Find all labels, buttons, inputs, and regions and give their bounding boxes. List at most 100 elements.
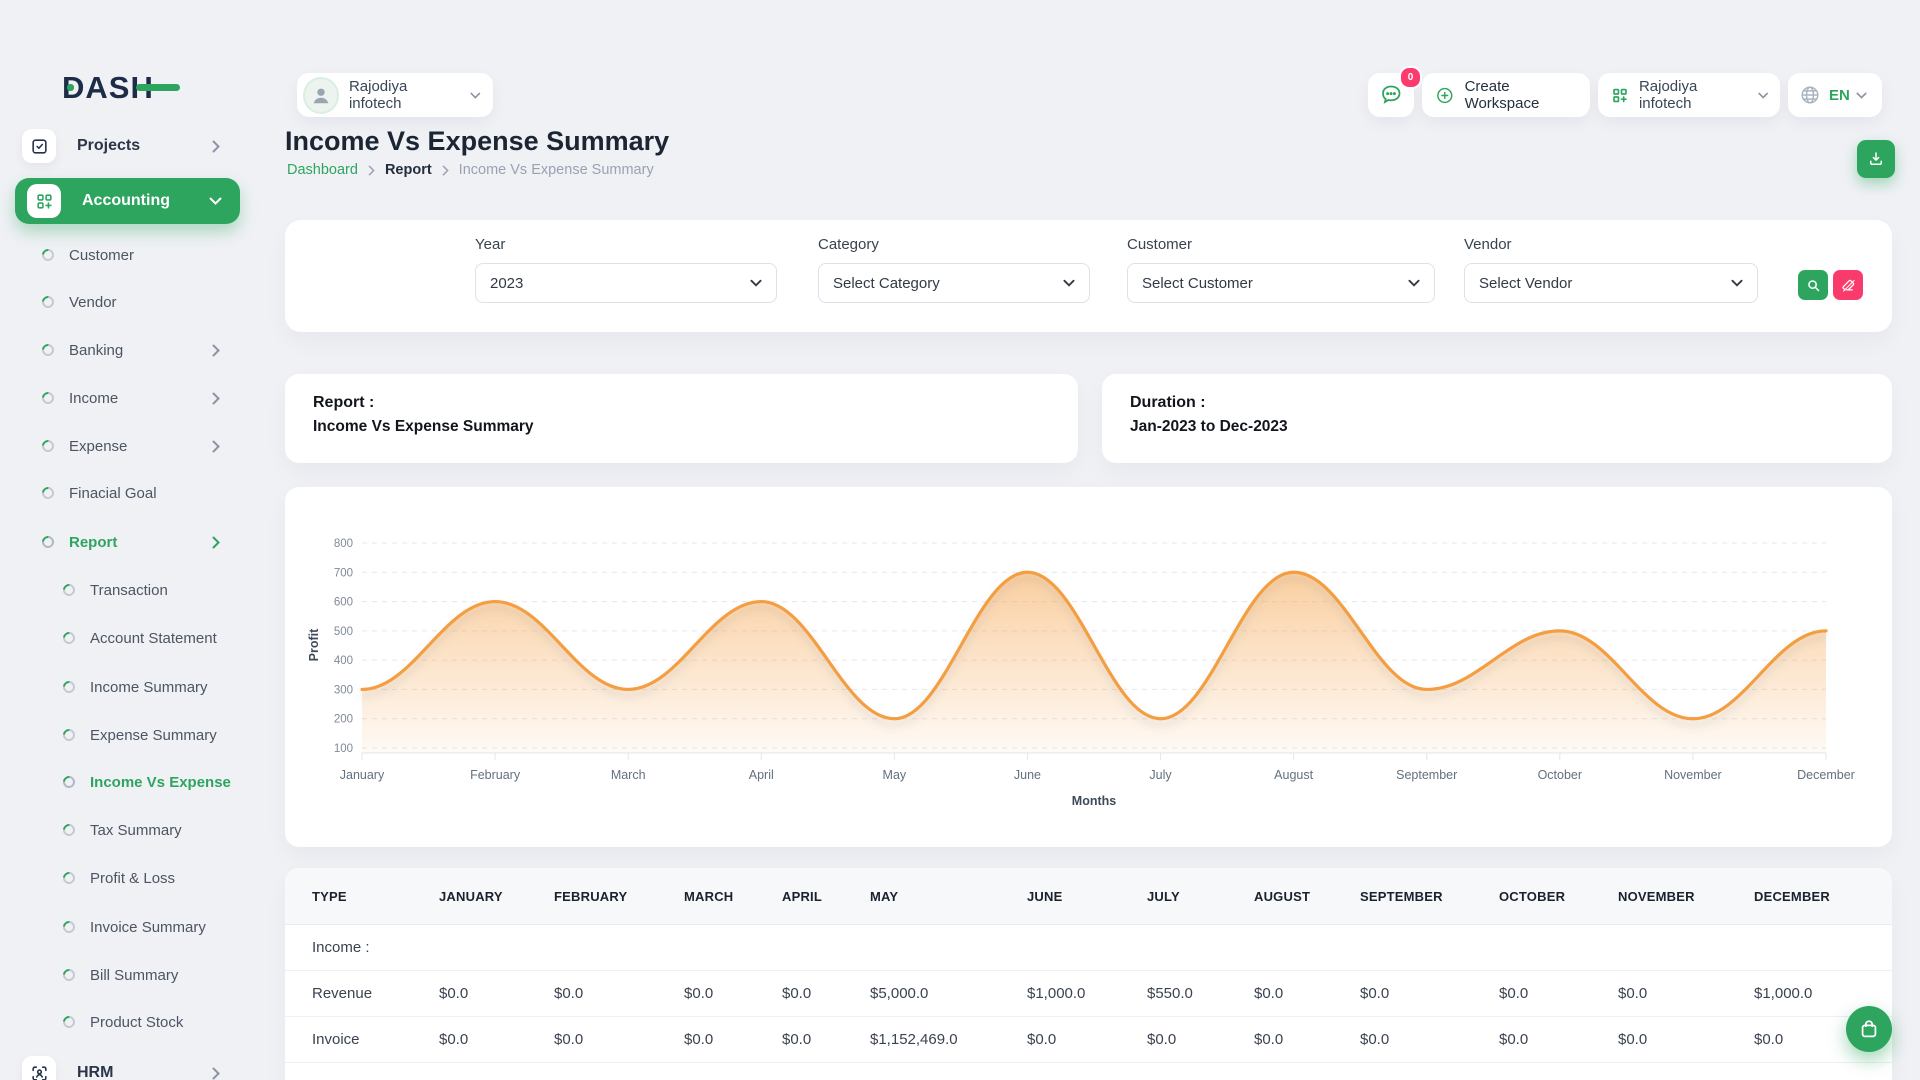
chevron-right-icon <box>212 344 220 357</box>
sidebar-item-invoice-summary[interactable]: Invoice Summary <box>0 903 250 951</box>
filter-panel: Year 2023 Category Select Category Custo… <box>285 220 1892 332</box>
sidebar-item-projects[interactable]: Projects <box>0 122 250 170</box>
report-summary-card: Report : Income Vs Expense Summary <box>285 374 1078 463</box>
chevron-right-icon <box>442 165 449 176</box>
profit-chart-card: 800700600500400300200100JanuaryFebruaryM… <box>285 487 1892 847</box>
chat-bubble-icon <box>1379 83 1403 107</box>
table-header-cell: NOVEMBER <box>1591 868 1727 925</box>
bullet-icon <box>61 727 78 744</box>
breadcrumb-report[interactable]: Report <box>385 162 432 178</box>
bullet-icon <box>61 679 78 696</box>
vendor-select[interactable]: Select Vendor <box>1464 263 1758 303</box>
duration-value: Jan-2023 to Dec-2023 <box>1130 418 1288 436</box>
sidebar-item-profit-loss[interactable]: Profit & Loss <box>0 854 250 902</box>
row-value-cell <box>657 1063 755 1080</box>
avatar <box>303 77 339 114</box>
sidebar-item-finacial-goal[interactable]: Finacial Goal <box>0 469 250 517</box>
sidebar-item-product-stock[interactable]: Product Stock <box>0 998 250 1046</box>
chevron-right-icon <box>368 165 375 176</box>
svg-text:800: 800 <box>334 538 353 550</box>
workspace-user-dropdown[interactable]: Rajodiya infotech <box>297 73 493 117</box>
sidebar-item-report[interactable]: Report <box>0 518 250 566</box>
table-header-cell: SEPTEMBER <box>1333 868 1472 925</box>
svg-text:August: August <box>1274 768 1313 782</box>
chevron-right-icon <box>212 440 220 453</box>
svg-text:400: 400 <box>334 655 353 667</box>
page-title: Income Vs Expense Summary <box>285 126 669 157</box>
sidebar-item-label: Projects <box>77 137 140 155</box>
sidebar-item-expense-summary[interactable]: Expense Summary <box>0 711 250 759</box>
row-value-cell: $0.0 <box>1591 1017 1727 1063</box>
row-type-cell: Revenue <box>285 971 412 1017</box>
bullet-icon <box>61 870 78 887</box>
messages-button[interactable]: 0 <box>1368 73 1414 117</box>
app-logo[interactable]: DASH <box>62 70 154 106</box>
svg-text:April: April <box>749 768 774 782</box>
create-workspace-label: Create Workspace <box>1465 78 1580 112</box>
workspace-user-label: Rajodiya infotech <box>349 78 460 112</box>
svg-text:July: July <box>1149 768 1172 782</box>
svg-text:100: 100 <box>334 743 353 755</box>
row-value-cell <box>1120 1063 1227 1080</box>
sidebar-item-income[interactable]: Income <box>0 374 250 422</box>
download-report-button[interactable] <box>1857 140 1895 178</box>
language-dropdown[interactable]: EN <box>1788 73 1882 117</box>
clear-filter-button[interactable] <box>1833 270 1863 300</box>
svg-text:March: March <box>611 768 646 782</box>
table-header-cell: FEBRUARY <box>527 868 657 925</box>
breadcrumb-dashboard[interactable]: Dashboard <box>287 162 358 178</box>
svg-text:May: May <box>883 768 907 782</box>
row-value-cell <box>1472 925 1591 971</box>
row-value-cell <box>1120 925 1227 971</box>
breadcrumb-current: Income Vs Expense Summary <box>459 162 654 178</box>
row-value-cell <box>843 925 1000 971</box>
customer-select[interactable]: Select Customer <box>1127 263 1435 303</box>
year-select[interactable]: 2023 <box>475 263 777 303</box>
sidebar: DASH Projects Accounting Customer Vendor <box>0 0 250 1080</box>
sidebar-item-income-summary[interactable]: Income Summary <box>0 663 250 711</box>
svg-text:700: 700 <box>334 567 353 579</box>
sidebar-item-vendor[interactable]: Vendor <box>0 278 250 326</box>
sidebar-item-account-statement[interactable]: Account Statement <box>0 614 250 662</box>
sidebar-item-expense[interactable]: Expense <box>0 422 250 470</box>
sidebar-item-tax-summary[interactable]: Tax Summary <box>0 806 250 854</box>
report-value: Income Vs Expense Summary <box>313 418 534 436</box>
table-row-data: Invoice$0.0$0.0$0.0$0.0$1,152,469.0$0.0$… <box>285 1017 1892 1063</box>
bullet-icon <box>61 967 78 984</box>
search-icon <box>1806 278 1821 293</box>
company-dropdown[interactable]: Rajodiya infotech <box>1598 73 1780 117</box>
chat-badge: 0 <box>1399 66 1422 89</box>
row-value-cell <box>1727 1063 1892 1080</box>
row-value-cell <box>1472 1063 1591 1080</box>
sidebar-item-banking[interactable]: Banking <box>0 326 250 374</box>
category-label: Category <box>818 236 1090 253</box>
sidebar-item-bill-summary[interactable]: Bill Summary <box>0 951 250 999</box>
sidebar-item-accounting[interactable]: Accounting <box>15 178 240 224</box>
row-value-cell <box>1333 1063 1472 1080</box>
row-value-cell <box>527 925 657 971</box>
category-select[interactable]: Select Category <box>818 263 1090 303</box>
sidebar-item-hrm[interactable]: HRM <box>0 1049 250 1080</box>
bullet-icon <box>40 294 57 311</box>
svg-text:December: December <box>1797 768 1855 782</box>
sidebar-item-customer[interactable]: Customer <box>0 231 250 279</box>
table-header-cell: MARCH <box>657 868 755 925</box>
sidebar-item-transaction[interactable]: Transaction <box>0 566 250 614</box>
row-value-cell: $0.0 <box>1227 971 1333 1017</box>
row-value-cell <box>1591 925 1727 971</box>
sidebar-item-income-vs-expense[interactable]: Income Vs Expense <box>0 758 250 806</box>
company-label: Rajodiya infotech <box>1639 78 1748 112</box>
table-row-data: Revenue$0.0$0.0$0.0$0.0$5,000.0$1,000.0$… <box>285 971 1892 1017</box>
apply-filter-button[interactable] <box>1798 270 1828 300</box>
store-fab-button[interactable] <box>1846 1006 1892 1052</box>
row-value-cell: $0.0 <box>527 1017 657 1063</box>
svg-text:January: January <box>340 768 385 782</box>
row-value-cell: $1,000.0 <box>1000 971 1120 1017</box>
svg-text:Months: Months <box>1072 794 1116 808</box>
create-workspace-button[interactable]: Create Workspace <box>1422 73 1590 117</box>
clear-filter-icon <box>1841 278 1856 293</box>
app-root: DASH Projects Accounting Customer Vendor <box>0 0 1920 1080</box>
row-value-cell: $0.0 <box>1472 1017 1591 1063</box>
accounting-grid-icon <box>27 184 61 218</box>
chevron-right-icon <box>212 392 220 405</box>
